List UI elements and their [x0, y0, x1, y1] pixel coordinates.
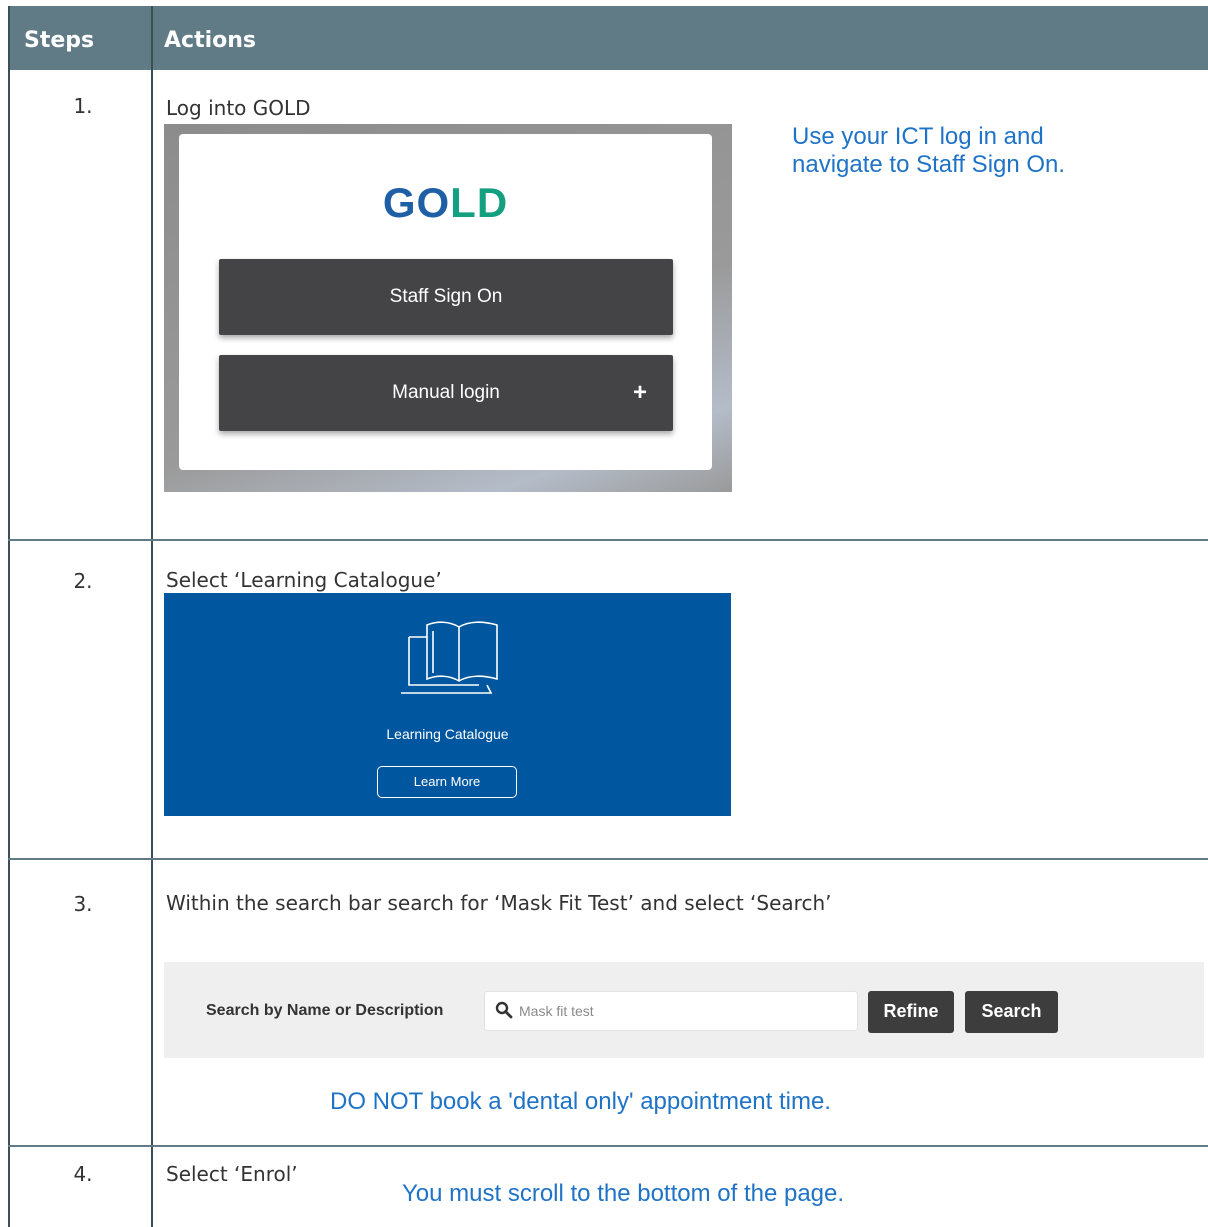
- search-button[interactable]: Search: [965, 991, 1058, 1033]
- note-line: Use your ICT log in and: [792, 123, 1044, 150]
- search-bar: Search by Name or Description Mask fit t…: [164, 962, 1204, 1058]
- steps-header: Steps: [24, 28, 95, 53]
- search-value: Mask fit test: [519, 1003, 594, 1019]
- row-divider: [8, 539, 1208, 541]
- button-label: Staff Sign On: [389, 286, 503, 307]
- step-number: 1.: [73, 94, 93, 118]
- step-note: DO NOT book a 'dental only' appointment …: [330, 1088, 831, 1115]
- gold-logo: GOLD: [179, 179, 712, 227]
- logo-part: GO: [382, 179, 451, 226]
- step-action: Select ‘Learning Catalogue’: [166, 568, 442, 592]
- search-label: Search by Name or Description: [206, 1002, 444, 1019]
- actions-header: Actions: [164, 28, 256, 53]
- row-divider: [8, 858, 1208, 860]
- step-note: You must scroll to the bottom of the pag…: [402, 1180, 845, 1207]
- book-laptop-icon: [401, 621, 498, 694]
- manual-login-button[interactable]: Manual login +: [219, 355, 673, 431]
- button-label: Manual login: [392, 382, 500, 403]
- learn-more-button[interactable]: Learn More: [377, 766, 517, 798]
- step-action: Within the search bar search for ‘Mask F…: [166, 891, 832, 915]
- staff-sign-on-button[interactable]: Staff Sign On: [219, 259, 673, 335]
- step-number: 4.: [73, 1162, 93, 1186]
- table-left-border: [8, 6, 10, 1227]
- step-action: Select ‘Enrol’: [166, 1162, 298, 1186]
- learning-catalogue-tile[interactable]: Learning Catalogue Learn More: [164, 593, 731, 816]
- row-divider: [8, 1145, 1208, 1147]
- search-input[interactable]: Mask fit test: [484, 991, 858, 1031]
- step-number: 2.: [73, 569, 93, 593]
- plus-icon: +: [632, 379, 647, 406]
- step-number: 3.: [73, 892, 93, 916]
- gold-login-screenshot: GOLD Staff Sign On Manual login +: [164, 124, 732, 492]
- step-action: Log into GOLD: [166, 96, 311, 120]
- search-icon: [495, 1001, 513, 1019]
- logo-part: LD: [450, 179, 509, 226]
- column-divider: [151, 6, 153, 1227]
- refine-button[interactable]: Refine: [868, 991, 954, 1033]
- login-card: GOLD Staff Sign On Manual login +: [179, 134, 712, 470]
- table-header: Steps Actions: [8, 6, 1208, 70]
- note-line: navigate to Staff Sign On.: [792, 151, 1066, 178]
- step-note: Use your ICT log in and navigate to Staf…: [792, 123, 1065, 179]
- tile-label: Learning Catalogue: [386, 726, 509, 742]
